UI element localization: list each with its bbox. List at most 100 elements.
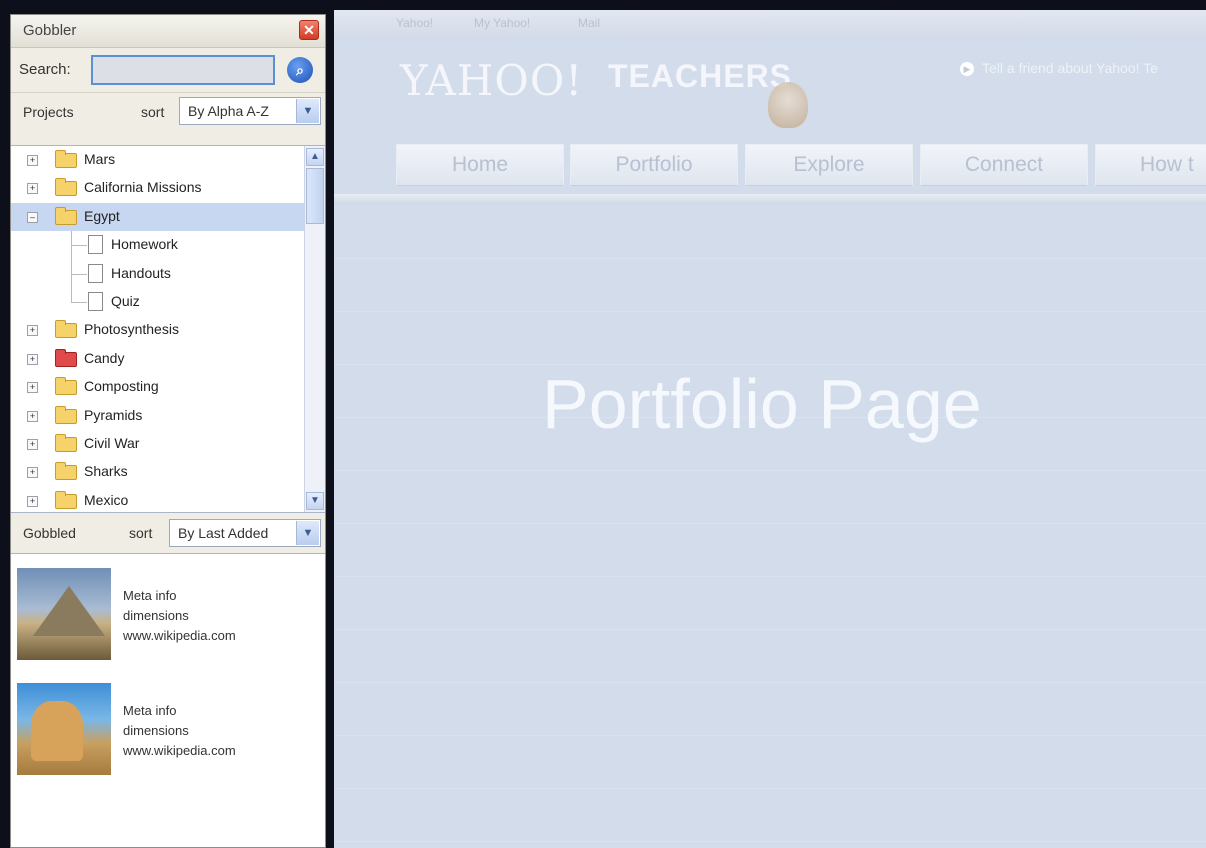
- scroll-thumb[interactable]: [306, 168, 324, 224]
- top-link-yahoo[interactable]: Yahoo!: [396, 16, 433, 30]
- tree-item-label: Photosynthesis: [84, 321, 179, 338]
- tree-child-item[interactable]: Homework: [11, 231, 325, 260]
- gobbled-label: Gobbled: [23, 525, 76, 541]
- tree-folder-item[interactable]: + Pyramids: [11, 402, 325, 430]
- tell-a-friend-link[interactable]: ▶ Tell a friend about Yahoo! Te: [960, 60, 1158, 77]
- tree-child-item[interactable]: Quiz: [11, 287, 325, 316]
- chevron-down-icon[interactable]: ▼: [296, 521, 319, 545]
- top-link-my-yahoo[interactable]: My Yahoo!: [474, 16, 530, 30]
- gobbler-title: Gobbler: [23, 22, 77, 39]
- tree-folder-item[interactable]: + Mars: [11, 146, 325, 174]
- expand-toggle-icon[interactable]: +: [27, 438, 38, 450]
- folder-icon: [55, 178, 77, 197]
- gobbled-item[interactable]: Meta info dimensions www.wikipedia.com: [15, 683, 315, 779]
- pyramid-sphinx-thumbnail[interactable]: [17, 568, 111, 660]
- content-area: [334, 206, 1206, 848]
- search-bar: Search: ⌕: [11, 48, 325, 93]
- expand-toggle-icon[interactable]: +: [27, 325, 38, 337]
- expand-toggle-icon[interactable]: +: [27, 467, 38, 479]
- expand-toggle-icon[interactable]: +: [27, 353, 38, 365]
- projects-sort-label: sort: [141, 104, 165, 120]
- folder-icon: [55, 433, 77, 452]
- tree-item-label: Mars: [84, 151, 116, 167]
- tree-item-label: Homework: [111, 236, 178, 253]
- tell-a-friend-text: Tell a friend about Yahoo! Te: [982, 60, 1158, 76]
- gobbled-item-meta: Meta info dimensions www.wikipedia.com: [123, 701, 236, 761]
- scroll-up-arrow-icon[interactable]: ▲: [306, 148, 324, 166]
- tree-folder-item[interactable]: – Egypt: [11, 202, 325, 232]
- projects-sort-bar: Projects sort By Alpha A-Z ▼: [11, 93, 325, 131]
- scroll-down-arrow-icon[interactable]: ▼: [306, 492, 324, 510]
- tree-child-item[interactable]: Handouts: [11, 259, 325, 288]
- folder-icon: [55, 490, 77, 509]
- nav-divider: [334, 194, 1206, 204]
- folder-icon: [55, 348, 77, 367]
- expand-toggle-icon[interactable]: +: [27, 410, 38, 422]
- tab-home[interactable]: Home: [396, 144, 564, 186]
- yahoo-logo[interactable]: YAHOO!: [400, 56, 583, 105]
- document-icon: [88, 291, 103, 311]
- document-icon: [88, 235, 103, 255]
- tree-folder-item[interactable]: + Composting: [11, 373, 325, 401]
- close-icon[interactable]: ✕: [299, 20, 319, 40]
- tab-how-to[interactable]: How t: [1095, 144, 1206, 186]
- tree-folder-item[interactable]: + Sharks: [11, 458, 325, 486]
- expand-toggle-icon[interactable]: +: [27, 495, 38, 507]
- meta-info-text: Meta info: [123, 588, 177, 603]
- expand-toggle-icon[interactable]: +: [27, 183, 38, 195]
- folder-icon: [55, 206, 77, 225]
- dimensions-text: dimensions: [123, 608, 189, 623]
- tree-folder-item[interactable]: + Photosynthesis: [11, 316, 325, 344]
- teachers-logo-text: TEACHERS: [608, 58, 793, 94]
- tree-item-label: Candy: [84, 349, 125, 366]
- tree-item-label: Civil War: [84, 434, 140, 451]
- document-icon: [88, 263, 103, 283]
- tree-item-label: California Missions: [84, 179, 202, 196]
- sphinx-thumbnail[interactable]: [17, 683, 111, 775]
- gobbler-titlebar: Gobbler ✕: [11, 15, 325, 48]
- gobbled-sort-select[interactable]: By Last Added ▼: [169, 519, 321, 547]
- expand-toggle-icon[interactable]: +: [27, 382, 38, 394]
- tree-item-label: Mexico: [84, 491, 129, 508]
- gobbled-sort-label: sort: [129, 525, 153, 541]
- tab-explore[interactable]: Explore: [745, 144, 913, 186]
- dimensions-text: dimensions: [123, 723, 189, 738]
- mascot-icon: [768, 82, 808, 128]
- top-link-mail[interactable]: Mail: [578, 16, 600, 30]
- chevron-down-icon[interactable]: ▼: [296, 99, 319, 123]
- magnifier-icon[interactable]: ⌕: [287, 57, 313, 83]
- search-label: Search:: [19, 61, 71, 78]
- search-input[interactable]: [91, 55, 275, 85]
- tree-scrollbar[interactable]: ▲ ▼: [304, 146, 325, 512]
- gobbled-item[interactable]: Meta info dimensions www.wikipedia.com: [15, 568, 315, 664]
- expand-toggle-icon[interactable]: +: [27, 155, 38, 166]
- tree-connector-line: [71, 301, 87, 303]
- gobbled-sort-bar: Gobbled sort By Last Added ▼: [11, 511, 325, 553]
- tree-connector-line: [71, 245, 87, 247]
- project-tree: + Mars + California Missions – Egypt Homework H…: [11, 145, 325, 513]
- tab-portfolio[interactable]: Portfolio: [570, 144, 738, 186]
- folder-icon: [55, 320, 77, 339]
- tree-item-label: Handouts: [111, 264, 171, 281]
- tree-item-label: Quiz: [111, 292, 140, 309]
- arrow-bullet-icon: ▶: [960, 62, 974, 77]
- tree-item-label: Pyramids: [84, 406, 143, 423]
- tree-folder-item[interactable]: + Mexico: [11, 487, 325, 512]
- projects-sort-select[interactable]: By Alpha A-Z ▼: [179, 97, 321, 125]
- page-heading: Portfolio Page: [542, 365, 982, 443]
- collapse-toggle-icon[interactable]: –: [27, 211, 38, 223]
- tree-folder-item[interactable]: + California Missions: [11, 174, 325, 202]
- gobbled-item-meta: Meta info dimensions www.wikipedia.com: [123, 586, 236, 646]
- folder-icon: [55, 377, 77, 396]
- gobbled-sort-value: By Last Added: [178, 525, 269, 541]
- tree-folder-item[interactable]: + Candy: [11, 345, 325, 373]
- projects-label: Projects: [23, 104, 74, 120]
- tree-folder-item[interactable]: + Civil War: [11, 430, 325, 458]
- tree-item-label: Sharks: [84, 463, 128, 480]
- top-links-bar: Yahoo! My Yahoo! Mail: [334, 10, 1206, 38]
- tree-item-label: Egypt: [84, 207, 120, 224]
- tab-connect[interactable]: Connect: [920, 144, 1088, 186]
- tree-connector-line: [71, 287, 72, 303]
- yahoo-teachers-page: Yahoo! My Yahoo! Mail YAHOO! TEACHERS ▶ T…: [334, 10, 1206, 848]
- projects-sort-value: By Alpha A-Z: [188, 103, 269, 119]
